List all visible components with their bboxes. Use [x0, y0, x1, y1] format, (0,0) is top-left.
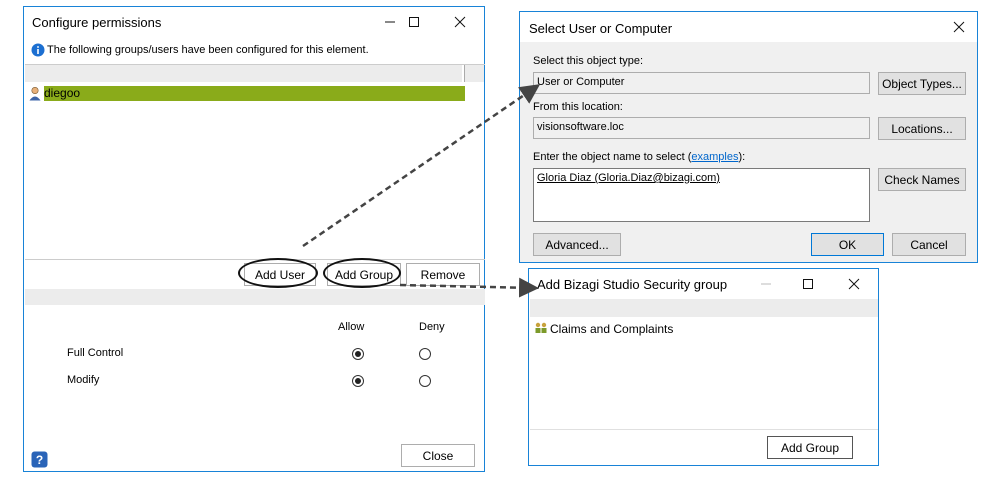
- check-names-button[interactable]: Check Names: [878, 168, 966, 191]
- security-group-titlebar: Add Bizagi Studio Security group: [529, 269, 878, 299]
- security-group-minimize-icon[interactable]: [752, 272, 780, 296]
- close-button[interactable]: Close: [401, 444, 475, 467]
- examples-link[interactable]: examples: [691, 151, 738, 163]
- object-name-value: Gloria Diaz (Gloria.Diaz@bizagi.com): [537, 172, 720, 184]
- security-group-window: Add Bizagi Studio Security group Claims …: [528, 268, 879, 466]
- add-user-button[interactable]: Add User: [244, 263, 316, 286]
- info-text: The following groups/users have been con…: [47, 44, 369, 56]
- group-icon: [534, 321, 548, 338]
- add-group-button[interactable]: Add Group: [327, 263, 401, 286]
- select-user-titlebar: Select User or Computer: [520, 12, 977, 42]
- users-list: diegoo: [25, 64, 485, 260]
- object-type-label: Select this object type:: [533, 55, 644, 67]
- user-name: diegoo: [44, 86, 465, 101]
- object-types-button[interactable]: Object Types...: [878, 72, 966, 95]
- svg-text:?: ?: [36, 453, 43, 467]
- full-control-allow-radio[interactable]: [352, 348, 364, 360]
- maximize-icon[interactable]: [400, 10, 428, 34]
- footer-divider: [530, 429, 878, 430]
- enter-name-suffix: ):: [738, 151, 746, 163]
- select-user-window: Select User or Computer Select this obje…: [519, 11, 978, 263]
- enter-name-prefix: Enter the object name to select (: [533, 151, 692, 163]
- modify-deny-radio[interactable]: [419, 375, 431, 387]
- object-name-input[interactable]: Gloria Diaz (Gloria.Diaz@bizagi.com): [533, 168, 870, 222]
- help-icon[interactable]: ?: [31, 451, 48, 468]
- ok-button[interactable]: OK: [811, 233, 884, 256]
- list-scrollbar[interactable]: [464, 65, 484, 82]
- permission-full-control: Full Control: [67, 347, 124, 359]
- location-field: visionsoftware.loc: [533, 117, 870, 139]
- user-icon: [28, 86, 42, 104]
- deny-header: Deny: [419, 321, 445, 333]
- permission-modify: Modify: [67, 374, 100, 386]
- group-item-claims[interactable]: Claims and Complaints: [534, 321, 734, 337]
- section-divider: [25, 289, 485, 305]
- security-group-close-icon[interactable]: [840, 272, 868, 296]
- locations-button[interactable]: Locations...: [878, 117, 966, 140]
- security-group-maximize-icon[interactable]: [794, 272, 822, 296]
- cancel-button[interactable]: Cancel: [892, 233, 966, 256]
- enter-name-label: Enter the object name to select (example…: [533, 151, 745, 163]
- info-icon: [31, 43, 45, 57]
- group-name: Claims and Complaints: [550, 322, 674, 336]
- security-add-group-button[interactable]: Add Group: [767, 436, 853, 459]
- users-list-header: [25, 65, 462, 82]
- allow-header: Allow: [338, 321, 365, 333]
- select-user-title: Select User or Computer: [529, 21, 673, 36]
- full-control-deny-radio[interactable]: [419, 348, 431, 360]
- select-user-close-icon[interactable]: [945, 15, 973, 39]
- advanced-button[interactable]: Advanced...: [533, 233, 621, 256]
- configure-permissions-title: Configure permissions: [32, 15, 162, 30]
- remove-button[interactable]: Remove: [406, 263, 480, 286]
- object-type-field: User or Computer: [533, 72, 870, 94]
- security-group-title: Add Bizagi Studio Security group: [537, 277, 728, 292]
- close-icon[interactable]: [446, 10, 474, 34]
- modify-allow-radio[interactable]: [352, 375, 364, 387]
- configure-permissions-titlebar: Configure permissions: [24, 7, 484, 37]
- group-list-header: [530, 299, 878, 317]
- configure-permissions-window: Configure permissions The following grou…: [23, 6, 485, 472]
- user-row-diegoo[interactable]: diegoo: [25, 86, 465, 101]
- location-label: From this location:: [533, 101, 623, 113]
